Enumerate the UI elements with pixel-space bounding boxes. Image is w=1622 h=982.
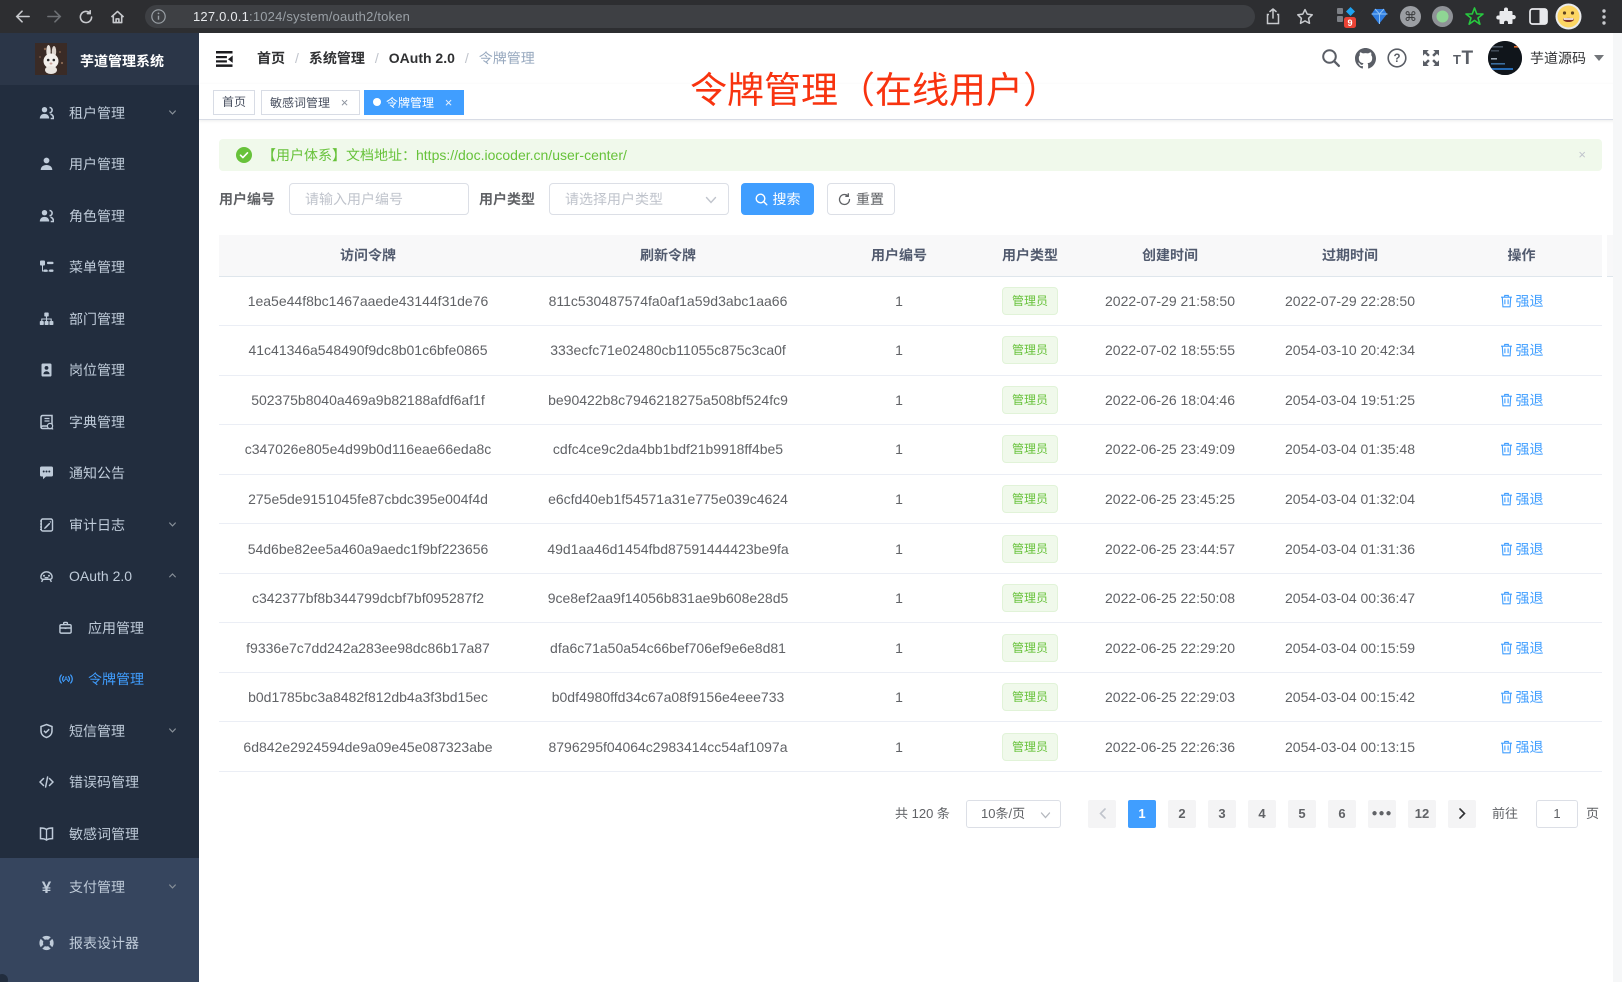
svg-text:T: T xyxy=(1462,48,1474,68)
svg-text:?: ? xyxy=(1393,53,1400,65)
svg-text:9: 9 xyxy=(1347,18,1352,28)
svg-text:¥: ¥ xyxy=(42,880,52,895)
svg-text:⌘: ⌘ xyxy=(1404,9,1417,24)
svg-text:A: A xyxy=(64,677,69,683)
svg-text:T: T xyxy=(1453,52,1461,67)
